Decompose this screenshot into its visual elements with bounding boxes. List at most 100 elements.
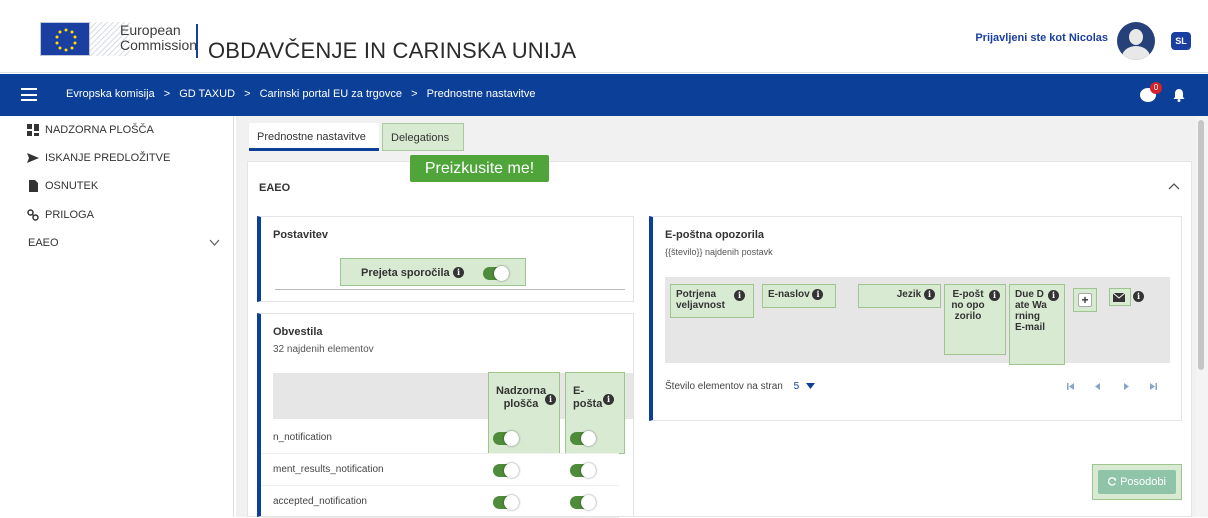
breadcrumb: Evropska komisija > GD TAXUD > Carinski …: [66, 88, 541, 100]
sidebar-item-search[interactable]: ISKANJE PREDLOŽITVE: [0, 144, 234, 172]
add-button[interactable]: +: [1078, 293, 1092, 307]
email-table-header: Potrjena veljavnost i E-naslov i Jezik i …: [665, 277, 1170, 365]
breadcrumb-item: Prednostne nastavitve: [426, 88, 536, 100]
dashboard-icon: [27, 124, 39, 136]
column-due-date: Due Date Warning E-mail i: [1009, 284, 1065, 365]
sidebar-item-attachment[interactable]: PRILOGA: [0, 201, 234, 229]
first-page-icon[interactable]: [1066, 382, 1075, 391]
info-icon: i: [989, 290, 1000, 301]
refresh-button[interactable]: Posodobi: [1098, 470, 1176, 494]
dashboard-toggle[interactable]: [493, 431, 519, 446]
logo-divider: [196, 24, 198, 58]
logged-in-user[interactable]: Prijavljeni ste kot Nicolas: [975, 32, 1108, 44]
nav-bar: Evropska komisija > GD TAXUD > Carinski …: [0, 74, 1208, 116]
breadcrumb-item[interactable]: Carinski portal EU za trgovce: [260, 88, 402, 100]
sidebar-item-eaeo[interactable]: EAEO: [0, 229, 234, 257]
breadcrumb-item[interactable]: GD TAXUD: [179, 88, 235, 100]
mail-column-box: [1109, 288, 1131, 306]
received-messages-toggle[interactable]: [483, 266, 509, 281]
eu-stars-icon: [55, 28, 77, 52]
info-icon: i: [812, 289, 824, 300]
settings-card: Postavitev Prejeta sporočila i: [257, 216, 634, 302]
info-icon: i: [924, 289, 935, 300]
try-me-tooltip[interactable]: Preizkusite me!: [410, 155, 549, 182]
per-page-select[interactable]: 5: [794, 381, 800, 392]
row-name: accepted_notification: [273, 496, 367, 507]
chevron-down-icon: [209, 239, 220, 246]
column-dashboard: Nadzorna plošča: [495, 385, 547, 410]
sidebar-item-label: OSNUTEK: [45, 180, 99, 192]
language-selector[interactable]: SL: [1171, 32, 1191, 50]
column-language: Jezik i: [858, 284, 941, 308]
avatar[interactable]: [1117, 22, 1155, 60]
info-icon: i: [734, 290, 745, 301]
scrollbar-thumb[interactable]: [1198, 120, 1204, 370]
tab-delegations[interactable]: Delegations: [382, 123, 464, 151]
tab-preferences[interactable]: Prednostne nastavitve: [249, 123, 379, 151]
logo-text: European Commission: [120, 23, 197, 53]
scrollbar[interactable]: [1196, 116, 1208, 517]
info-icon: i: [545, 394, 556, 405]
info-icon: i: [1048, 290, 1059, 301]
page-title: OBDAVČENJE IN CARINSKA UNIJA: [208, 38, 577, 63]
breadcrumb-separator: >: [244, 88, 251, 100]
next-page-icon[interactable]: [1122, 382, 1131, 391]
column-email-address-label: E-naslov: [768, 289, 810, 301]
dashboard-toggle[interactable]: [493, 463, 519, 478]
sidebar-item-dashboard[interactable]: NADZORNA PLOŠČA: [0, 116, 234, 144]
sidebar-item-label: EAEO: [28, 237, 59, 249]
email-toggle[interactable]: [570, 431, 596, 446]
column-email-address: E-naslov i: [762, 284, 836, 308]
table-row: ment_results_notification: [261, 454, 619, 486]
link-icon: [27, 209, 39, 221]
per-page-control: Število elementov na stran 5: [665, 381, 815, 392]
caret-down-icon[interactable]: [805, 383, 815, 389]
column-due-date-label: Due Date Warning E-mail: [1015, 289, 1047, 333]
last-page-icon[interactable]: [1149, 382, 1158, 391]
settings-title: Postavitev: [273, 229, 329, 241]
per-page-label: Število elementov na stran: [665, 381, 783, 392]
breadcrumb-separator: >: [411, 88, 418, 100]
chat-badge: 0: [1150, 82, 1162, 94]
menu-icon[interactable]: [21, 88, 37, 101]
row-name: n_notification: [273, 432, 332, 443]
notifications-title: Obvestila: [273, 326, 323, 338]
refresh-label: Posodobi: [1120, 476, 1166, 488]
main-content: Prednostne nastavitve Delegations EAEO P…: [236, 116, 1208, 518]
divider: [275, 289, 625, 290]
logo-line-2: Commission: [120, 37, 198, 53]
dashboard-toggle[interactable]: [493, 495, 519, 510]
chevron-up-icon[interactable]: [1168, 182, 1180, 190]
column-language-label: Jezik: [896, 289, 922, 301]
email-toggle[interactable]: [570, 495, 596, 510]
table-row: accepted_notification: [261, 486, 619, 518]
sidebar: NADZORNA PLOŠČA ISKANJE PREDLOŽITVE OSNU…: [0, 116, 234, 517]
send-icon: [27, 153, 39, 163]
breadcrumb-separator: >: [163, 88, 171, 100]
email-alerts-card: E-poštna opozorila {{število}} najdenih …: [649, 216, 1182, 421]
column-email: E-pošta: [573, 385, 603, 410]
sidebar-item-label: PRILOGA: [45, 209, 94, 221]
mail-icon: [1113, 293, 1125, 302]
sidebar-item-draft[interactable]: OSNUTEK: [0, 172, 234, 200]
column-email-alert-label: E-poštno opozorilo: [951, 289, 985, 322]
email-toggle[interactable]: [570, 463, 596, 478]
add-column-box: +: [1073, 288, 1097, 312]
app-header: European Commission OBDAVČENJE IN CARINS…: [0, 0, 1208, 73]
notifications-card: Obvestila 32 najdenih elementov Nadzorna…: [257, 313, 634, 518]
column-valid: Potrjena veljavnost i: [670, 284, 754, 318]
breadcrumb-item[interactable]: Evropska komisija: [66, 88, 155, 100]
column-email-alert: E-poštno opozorilo i: [944, 284, 1006, 355]
prev-page-icon[interactable]: [1093, 382, 1102, 391]
info-icon: i: [603, 394, 614, 405]
notifications-count: 32 najdenih elementov: [273, 344, 374, 355]
email-alerts-count: {{število}} najdenih postavk: [665, 247, 773, 257]
column-valid-label: Potrjena veljavnost: [676, 289, 725, 311]
refresh-icon: [1107, 477, 1117, 486]
email-alerts-title: E-poštna opozorila: [665, 229, 764, 241]
row-name: ment_results_notification: [273, 464, 384, 475]
received-messages-box: Prejeta sporočila i: [340, 258, 526, 286]
table-row: n_notification: [261, 422, 619, 454]
bell-icon[interactable]: [1172, 88, 1186, 102]
received-messages-label: Prejeta sporočila: [361, 267, 450, 279]
